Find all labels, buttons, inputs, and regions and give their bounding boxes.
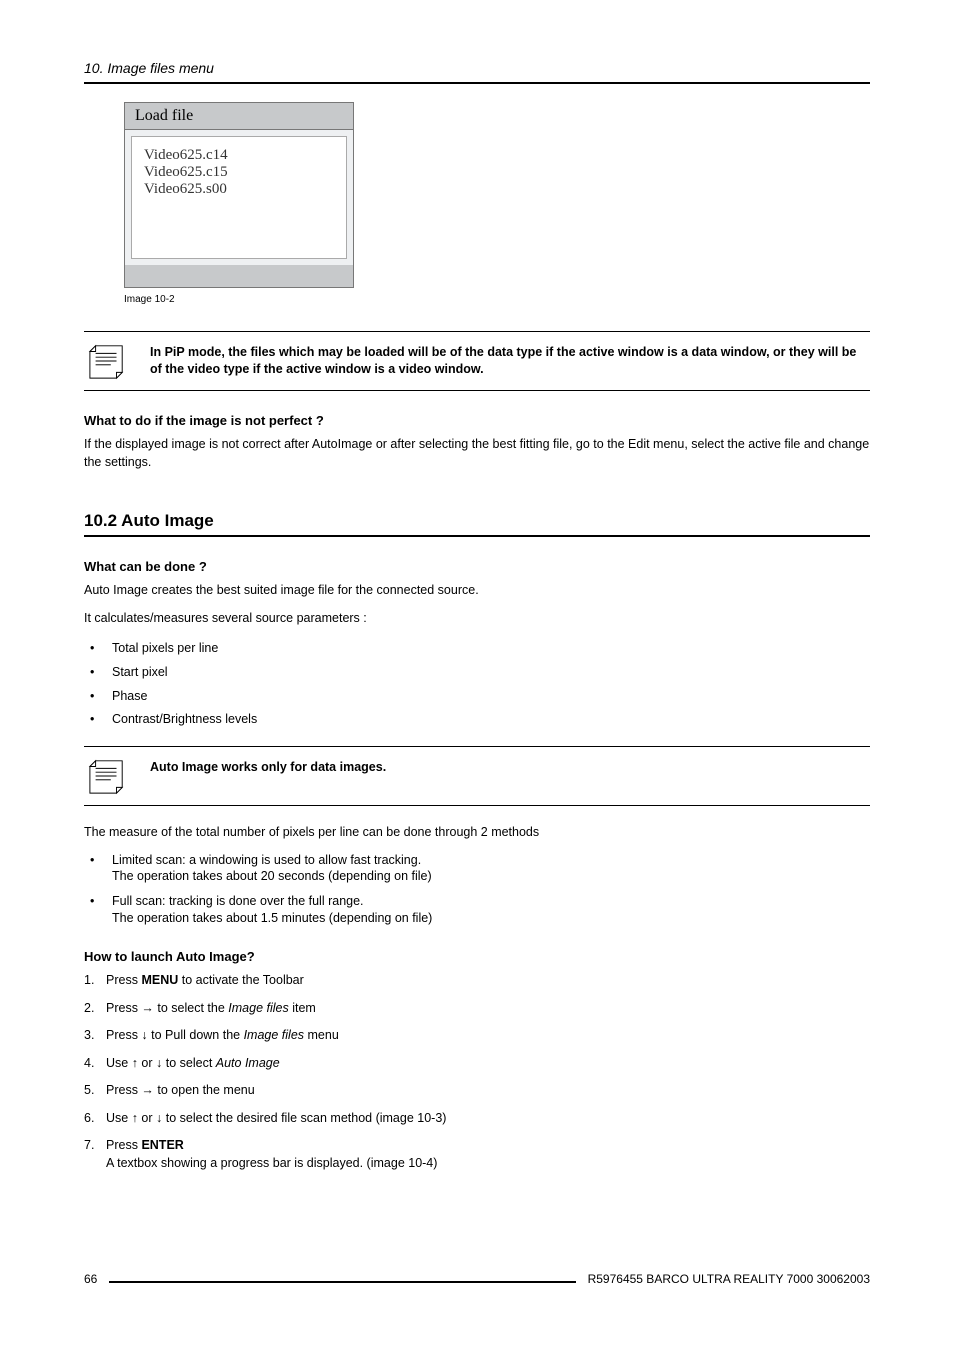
subheading: What to do if the image is not perfect ?	[84, 413, 870, 428]
footer-text: R5976455 BARCO ULTRA REALITY 7000 300620…	[588, 1272, 870, 1286]
step-item: 2. Press → to select the Image files ite…	[84, 1000, 870, 1018]
body-text: The measure of the total number of pixel…	[84, 824, 870, 842]
step-text: Use ↑ or ↓ to select the desired file sc…	[106, 1111, 446, 1125]
subheading: What can be done ?	[84, 559, 870, 574]
step-item: 4. Use ↑ or ↓ to select Auto Image	[84, 1055, 870, 1073]
subheading: How to launch Auto Image?	[84, 949, 870, 964]
loadfile-item: Video625.s00	[144, 181, 334, 198]
step-text: Press	[106, 1138, 141, 1152]
loadfile-item: Video625.c15	[144, 164, 334, 181]
note-text: Auto Image works only for data images.	[150, 757, 386, 776]
list-line: Full scan: tracking is done over the ful…	[112, 894, 364, 908]
note-rule-top	[84, 746, 870, 747]
header-rule	[84, 82, 870, 84]
note-icon	[88, 342, 126, 380]
step-text: Press ↓ to Pull down the	[106, 1028, 244, 1042]
ordered-steps: 1. Press MENU to activate the Toolbar 2.…	[84, 972, 870, 1172]
list-item: Phase	[112, 685, 870, 709]
note-row: In PiP mode, the files which may be load…	[84, 342, 870, 380]
loadfile-list: Video625.c14 Video625.c15 Video625.s00	[131, 136, 347, 259]
list-item: Full scan: tracking is done over the ful…	[112, 893, 870, 927]
list-item: Start pixel	[112, 661, 870, 685]
step-text: menu	[304, 1028, 339, 1042]
step-italic: Image files	[244, 1028, 304, 1042]
note-text: In PiP mode, the files which may be load…	[150, 342, 866, 378]
step-text: Press → to open the menu	[106, 1083, 255, 1097]
list-line: The operation takes about 1.5 minutes (d…	[112, 911, 432, 925]
step-bold: MENU	[141, 973, 178, 987]
page-footer: 66 R5976455 BARCO ULTRA REALITY 7000 300…	[84, 1272, 870, 1286]
step-text: Use ↑ or ↓ to select	[106, 1056, 216, 1070]
list-item: Total pixels per line	[112, 637, 870, 661]
note-row: Auto Image works only for data images.	[84, 757, 870, 795]
section-title: 10.2 Auto Image	[84, 511, 870, 531]
list-line: The operation takes about 20 seconds (de…	[112, 869, 432, 883]
loadfile-body: Video625.c14 Video625.c15 Video625.s00	[125, 130, 353, 265]
note-icon	[88, 757, 126, 795]
body-text: Auto Image creates the best suited image…	[84, 582, 870, 600]
list-line: Limited scan: a windowing is used to all…	[112, 853, 421, 867]
list-item: Limited scan: a windowing is used to all…	[112, 852, 870, 886]
step-text: Press	[106, 973, 141, 987]
step-item: 1. Press MENU to activate the Toolbar	[84, 972, 870, 990]
note-rule-bottom	[84, 805, 870, 806]
bullet-list: Limited scan: a windowing is used to all…	[84, 852, 870, 928]
section-rule	[84, 535, 870, 537]
footer-rule	[109, 1281, 575, 1283]
step-item: 7. Press ENTER A textbox showing a progr…	[84, 1137, 870, 1172]
body-text: If the displayed image is not correct af…	[84, 436, 870, 471]
loadfile-item: Video625.c14	[144, 147, 334, 164]
loadfile-title: Load file	[125, 103, 353, 130]
step-item: 3. Press ↓ to Pull down the Image files …	[84, 1027, 870, 1045]
step-text: A textbox showing a progress bar is disp…	[106, 1156, 437, 1170]
step-italic: Auto Image	[216, 1056, 280, 1070]
step-text: item	[289, 1001, 316, 1015]
bullet-list: Total pixels per line Start pixel Phase …	[84, 637, 870, 732]
step-bold: ENTER	[141, 1138, 183, 1152]
body-text: It calculates/measures several source pa…	[84, 610, 870, 628]
image-caption: Image 10-2	[124, 294, 870, 305]
page-container: 10. Image files menu Load file Video625.…	[0, 0, 954, 1316]
step-italic: Image files	[228, 1001, 288, 1015]
loadfile-dialog: Load file Video625.c14 Video625.c15 Vide…	[124, 102, 354, 288]
note-block: In PiP mode, the files which may be load…	[84, 331, 870, 391]
note-rule-top	[84, 331, 870, 332]
loadfile-footer	[125, 265, 353, 287]
note-rule-bottom	[84, 390, 870, 391]
step-text: Press → to select the	[106, 1001, 228, 1015]
chapter-header: 10. Image files menu	[84, 60, 870, 76]
note-block: Auto Image works only for data images.	[84, 746, 870, 806]
step-text: to activate the Toolbar	[178, 973, 304, 987]
list-item: Contrast/Brightness levels	[112, 708, 870, 732]
step-item: 6. Use ↑ or ↓ to select the desired file…	[84, 1110, 870, 1128]
step-item: 5. Press → to open the menu	[84, 1082, 870, 1100]
footer-page-number: 66	[84, 1272, 97, 1286]
